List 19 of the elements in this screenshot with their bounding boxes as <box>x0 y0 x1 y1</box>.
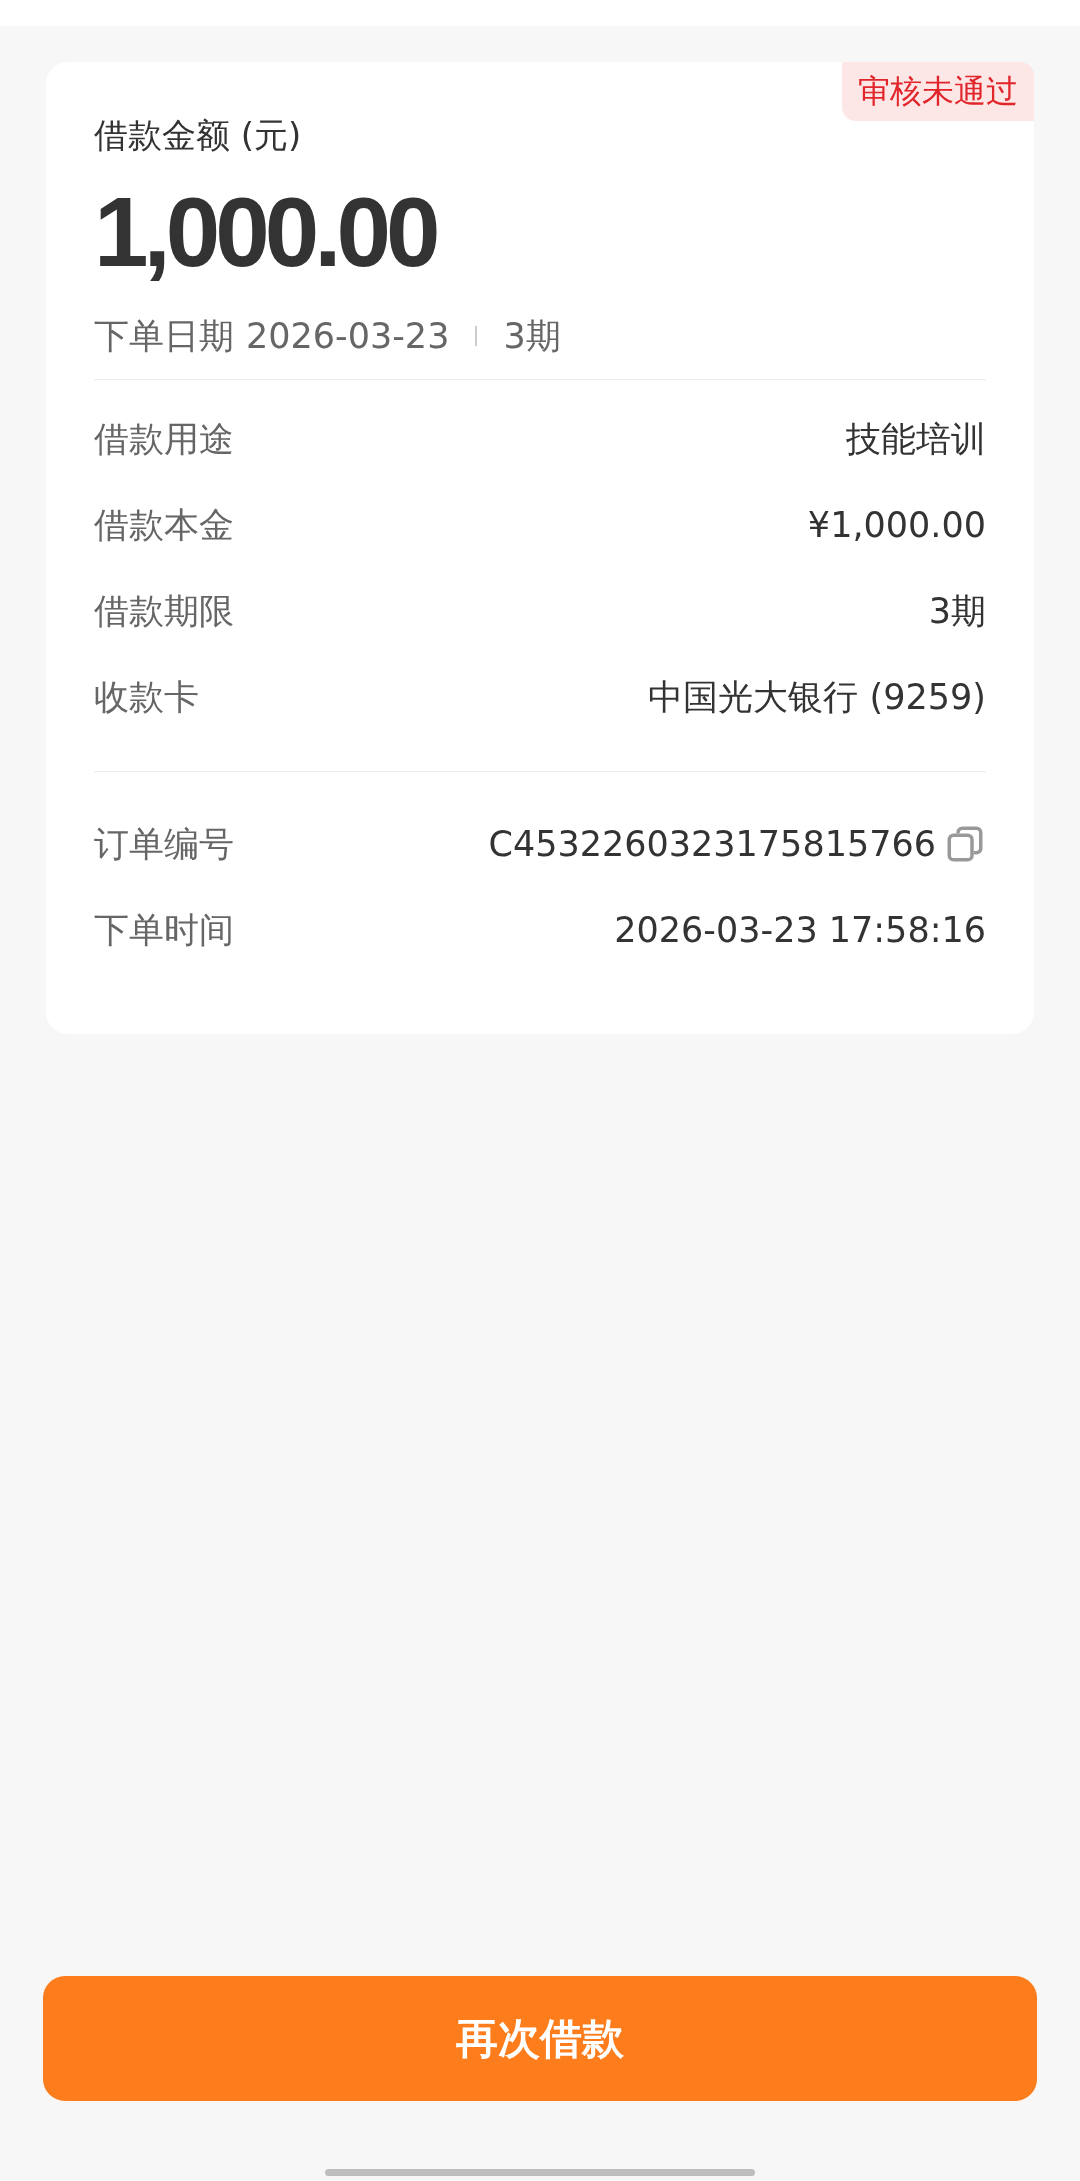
field-label: 借款用途 <box>94 417 234 461</box>
status-badge: 审核未通过 <box>842 62 1034 121</box>
field-value: ¥1,000.00 <box>807 505 986 545</box>
field-value: 中国光大银行 (9259) <box>648 675 986 719</box>
borrow-again-button[interactable]: 再次借款 <box>43 1976 1037 2101</box>
amount-label: 借款金额 (元) <box>94 114 303 157</box>
loan-amount: 1,000.00 <box>94 176 437 289</box>
field-value: C4532260323175815766 <box>488 824 936 864</box>
field-value: 2026-03-23 17:58:16 <box>614 910 986 950</box>
field-value: 技能培训 <box>846 417 986 461</box>
field-label: 下单时间 <box>94 908 234 952</box>
field-value: 3期 <box>928 589 986 633</box>
field-label: 借款本金 <box>94 503 234 547</box>
loan-term: 3期 <box>503 315 561 358</box>
field-label: 订单编号 <box>94 822 234 866</box>
order-date-label: 下单日期 <box>94 315 234 358</box>
field-label: 收款卡 <box>94 675 199 719</box>
order-date: 2026-03-23 <box>246 315 450 358</box>
field-label: 借款期限 <box>94 589 234 633</box>
